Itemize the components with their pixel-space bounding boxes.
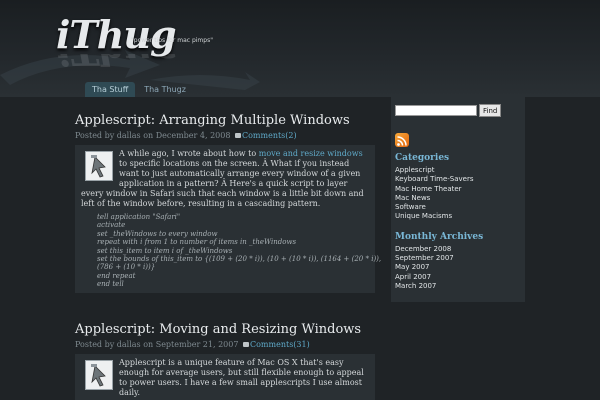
archive-link[interactable]: December 2008 bbox=[395, 245, 521, 254]
tab-tha-thugz[interactable]: Tha Thugz bbox=[137, 82, 193, 97]
site-tagline: "power tips for mac pimps" bbox=[131, 37, 213, 44]
applescript-icon bbox=[85, 151, 113, 181]
search-input[interactable] bbox=[395, 105, 477, 116]
post-text: Applescript is a unique feature of Mac O… bbox=[119, 358, 364, 397]
post-moving-resizing: Applescript: Moving and Resizing Windows… bbox=[75, 323, 375, 400]
comment-icon bbox=[234, 133, 241, 138]
archives-list: December 2008 September 2007 May 2007 Ap… bbox=[395, 245, 521, 291]
tab-tha-stuff[interactable]: Tha Stuff bbox=[85, 82, 136, 97]
category-link[interactable]: Applescript bbox=[395, 166, 521, 175]
archive-link[interactable]: May 2007 bbox=[395, 263, 521, 272]
category-link[interactable]: Mac Home Theater bbox=[395, 185, 521, 194]
post-byline: Posted by dallas on September 21, 2007 bbox=[75, 340, 239, 349]
categories-heading: Categories bbox=[395, 153, 450, 163]
category-link[interactable]: Keyboard Time-Savers bbox=[395, 175, 521, 184]
code-block: tell application "Safari" activate set _th… bbox=[97, 213, 382, 289]
search-form: Find bbox=[395, 104, 521, 117]
sidebar: Find Categories Applescript Keyboard Tim… bbox=[391, 97, 525, 302]
post-text-rest: to specific locations on the screen. Â W… bbox=[81, 159, 364, 208]
archive-link[interactable]: March 2007 bbox=[395, 282, 521, 291]
code-line: end repeat bbox=[97, 271, 136, 280]
code-line: tell application "Safari" bbox=[97, 213, 181, 221]
code-line: set this_item to item i of _theWindows bbox=[97, 246, 233, 255]
rss-feed-icon[interactable] bbox=[395, 133, 409, 147]
post-body: Applescript is a unique feature of Mac O… bbox=[75, 354, 375, 400]
site-logo[interactable]: iThug bbox=[56, 12, 177, 57]
archive-link[interactable]: April 2007 bbox=[395, 273, 521, 282]
code-line: set _theWindows to every window bbox=[97, 229, 218, 238]
post-title[interactable]: Applescript: Moving and Resizing Windows bbox=[75, 323, 375, 337]
comments-link[interactable]: Comments(31) bbox=[250, 340, 310, 349]
category-link[interactable]: Unique Macisms bbox=[395, 212, 521, 221]
category-link[interactable]: Software bbox=[395, 203, 521, 212]
code-line: repeat with i from 1 to number of items … bbox=[97, 238, 297, 247]
post-meta: Posted by dallas on December 4, 2008 Com… bbox=[75, 131, 375, 140]
post-title[interactable]: Applescript: Arranging Multiple Windows bbox=[75, 114, 375, 128]
categories-list: Applescript Keyboard Time-Savers Mac Hom… bbox=[395, 166, 521, 222]
post-meta: Posted by dallas on September 21, 2007 C… bbox=[75, 340, 375, 349]
archive-link[interactable]: September 2007 bbox=[395, 254, 521, 263]
code-line: end tell bbox=[97, 280, 124, 289]
move-resize-link[interactable]: move and resize windows bbox=[259, 149, 363, 158]
post-text-intro: A while ago, I wrote about how to bbox=[119, 149, 259, 158]
post-arranging-windows: Applescript: Arranging Multiple Windows … bbox=[75, 114, 382, 293]
find-button[interactable]: Find bbox=[479, 104, 502, 117]
code-line: (786 + (10 * i))} bbox=[97, 263, 156, 272]
code-line: set the bounds of this_item to {(109 + (… bbox=[97, 255, 382, 264]
applescript-icon bbox=[85, 360, 113, 390]
post-body: A while ago, I wrote about how to move a… bbox=[75, 145, 382, 293]
code-line: activate bbox=[97, 221, 126, 230]
category-link[interactable]: Mac News bbox=[395, 194, 521, 203]
main-nav: Tha Stuff Tha Thugz bbox=[85, 82, 193, 97]
archives-heading: Monthly Archives bbox=[395, 231, 484, 242]
post-byline: Posted by dallas on December 4, 2008 bbox=[75, 131, 231, 140]
comment-icon bbox=[242, 342, 249, 347]
comments-link[interactable]: Comments(2) bbox=[242, 131, 297, 140]
site-logo-reflection: iThug bbox=[56, 54, 176, 74]
